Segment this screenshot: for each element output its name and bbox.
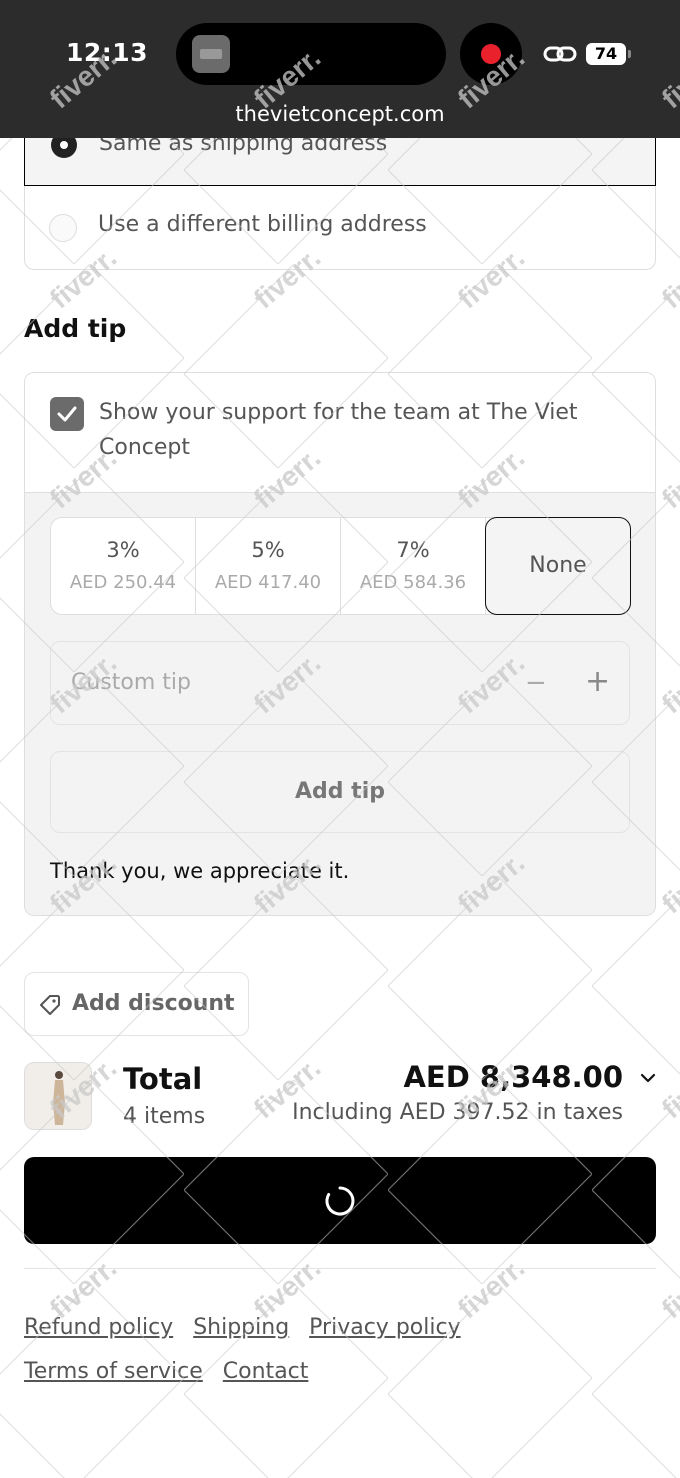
refund-policy-link[interactable]: Refund policy <box>24 1315 173 1340</box>
tip-support-label: Show your support for the team at The Vi… <box>99 400 578 460</box>
tip-card: Show your support for the team at The Vi… <box>24 372 656 916</box>
status-bar: 12:13 74 thevietconcept.com <box>0 0 680 138</box>
watermark-text: fiverr. <box>656 1052 680 1125</box>
add-discount-label: Add discount <box>72 991 235 1016</box>
privacy-policy-link[interactable]: Privacy policy <box>309 1315 460 1340</box>
tip-support-checkbox[interactable] <box>50 397 84 431</box>
battery-level: 74 <box>586 43 626 65</box>
add-tip-button[interactable]: Add tip <box>50 751 630 833</box>
tip-option-3[interactable]: 3% AED 250.44 <box>51 518 196 614</box>
recording-indicator <box>460 23 522 85</box>
increment-icon[interactable]: + <box>585 664 610 699</box>
tip-option-7[interactable]: 7% AED 584.36 <box>341 518 486 614</box>
watermark-text: fiverr. <box>656 647 680 720</box>
checkmark-icon <box>57 406 77 422</box>
product-image <box>25 1063 91 1129</box>
tip-heading: Add tip <box>24 314 127 343</box>
billing-option-different-label[interactable]: Use a different billing address <box>98 212 427 237</box>
custom-tip-input[interactable]: Custom tip − + <box>50 641 630 725</box>
battery-cap <box>628 50 631 58</box>
add-discount-button[interactable]: Add discount <box>24 972 249 1036</box>
custom-tip-placeholder: Custom tip <box>71 670 191 695</box>
watermark-text: fiverr. <box>656 847 680 920</box>
tip-option-amount: AED 584.36 <box>359 572 467 593</box>
tip-option-percent: 5% <box>251 538 285 562</box>
tip-support-row: Show your support for the team at The Vi… <box>25 373 655 493</box>
decrement-icon[interactable]: − <box>525 668 547 698</box>
record-dot-icon <box>481 44 501 64</box>
footer-divider <box>24 1268 656 1269</box>
tip-thanks-message: Thank you, we appreciate it. <box>50 859 350 883</box>
watermark-text: fiverr. <box>656 442 680 515</box>
contact-link[interactable]: Contact <box>223 1359 309 1384</box>
chevron-down-icon[interactable] <box>638 1070 658 1086</box>
watermark-text: fiverr. <box>656 1252 680 1325</box>
clock: 12:13 <box>66 38 149 67</box>
watermark-text: fiverr. <box>656 242 680 315</box>
items-count: 4 items <box>123 1104 206 1129</box>
dynamic-island <box>176 23 446 85</box>
terms-of-service-link[interactable]: Terms of service <box>24 1359 203 1384</box>
radio-unselected-icon[interactable] <box>49 214 77 242</box>
total-amount[interactable]: AED 8,348.00 <box>403 1060 623 1094</box>
tip-option-5[interactable]: 5% AED 417.40 <box>196 518 341 614</box>
tip-option-percent: 3% <box>106 538 140 562</box>
footer-links: Refund policy Shipping Privacy policy Term… <box>24 1306 624 1394</box>
tip-body: 3% AED 250.44 5% AED 417.40 7% AED 584.3… <box>25 493 655 915</box>
product-thumbnail <box>24 1062 92 1130</box>
tip-option-percent: 7% <box>396 538 430 562</box>
tag-icon <box>40 995 60 1015</box>
address-bar-url[interactable]: thevietconcept.com <box>0 102 680 126</box>
billing-option-same[interactable]: Same as shipping address <box>24 138 656 186</box>
total-label: Total <box>123 1062 203 1096</box>
tip-option-amount: AED 250.44 <box>69 572 177 593</box>
tip-option-amount: AED 417.40 <box>214 572 322 593</box>
radio-selected-icon[interactable] <box>51 138 77 158</box>
app-thumbnail-icon <box>192 35 230 73</box>
loading-spinner-icon <box>325 1186 355 1216</box>
tip-option-none[interactable]: None <box>485 517 631 615</box>
link-icon <box>543 46 577 62</box>
taxes-note: Including AED 397.52 in taxes <box>292 1100 623 1125</box>
shipping-link[interactable]: Shipping <box>193 1315 289 1340</box>
billing-option-same-label: Same as shipping address <box>99 138 388 156</box>
